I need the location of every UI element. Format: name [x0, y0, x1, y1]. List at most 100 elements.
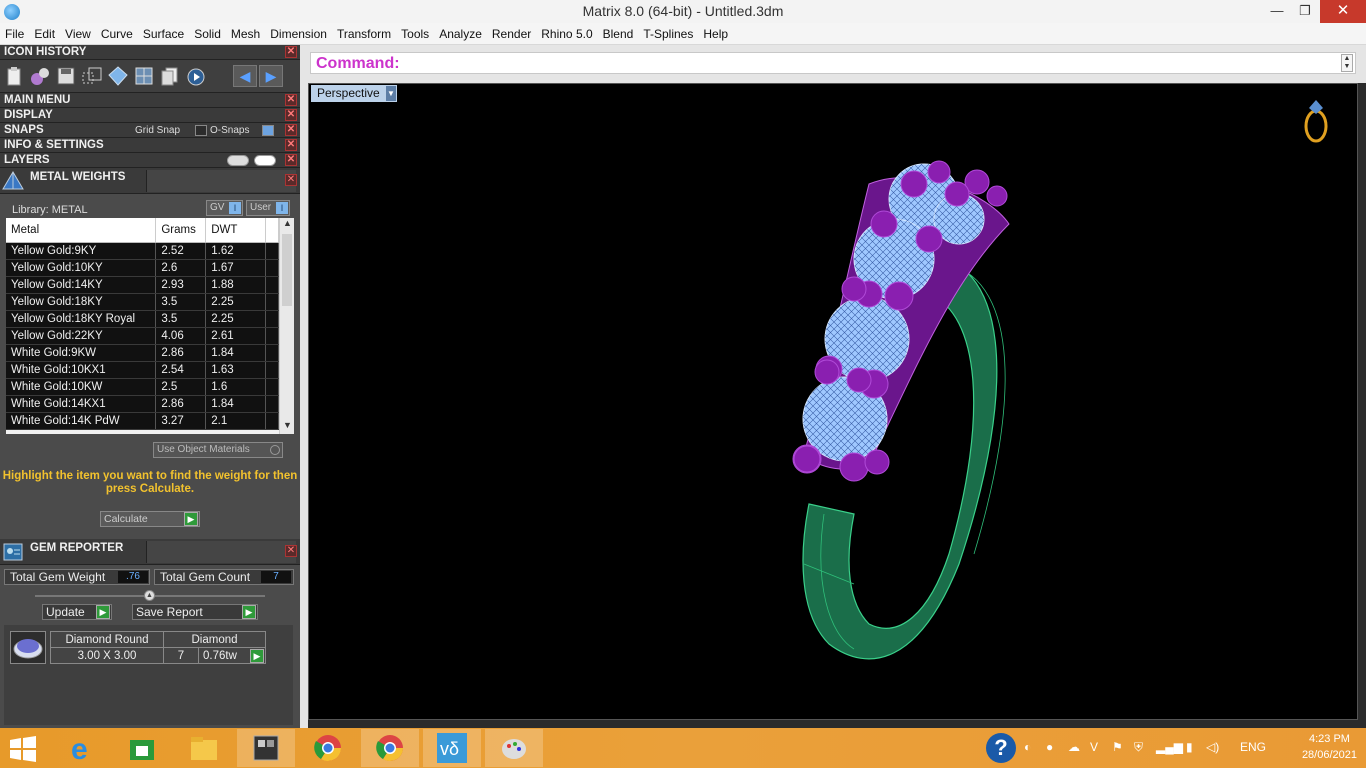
snaps-header[interactable]: SNAPS Grid Snap O-Snaps ✕: [0, 123, 300, 138]
grid-snap-toggle[interactable]: [195, 124, 207, 136]
command-spinner[interactable]: ▲ ▼: [1341, 54, 1353, 72]
menu-help[interactable]: Help: [698, 23, 733, 45]
table-row[interactable]: White Gold:14KX1 2.86 1.84: [6, 395, 279, 413]
table-row[interactable]: White Gold:10KW 2.5 1.6: [6, 378, 279, 396]
material-spheres-icon[interactable]: [29, 65, 51, 87]
vs-tray-icon[interactable]: ◐: [1024, 740, 1031, 754]
close-icon[interactable]: ✕: [285, 46, 297, 58]
language-indicator[interactable]: ENG: [1240, 740, 1266, 754]
back-arrow-button[interactable]: ◀: [233, 65, 257, 87]
scroll-thumb[interactable]: [282, 234, 292, 306]
layer-lock-toggle[interactable]: [227, 154, 249, 166]
viewport-tab[interactable]: Perspective: [311, 85, 397, 102]
command-input[interactable]: Command: ▲ ▼: [310, 52, 1356, 74]
close-icon[interactable]: ✕: [285, 174, 297, 186]
chrome-icon[interactable]: [361, 729, 419, 767]
menu-transform[interactable]: Transform: [332, 23, 396, 45]
ring-builder-icon[interactable]: [185, 65, 207, 87]
forward-arrow-button[interactable]: ▶: [259, 65, 283, 87]
menu-blend[interactable]: Blend: [598, 23, 639, 45]
close-icon[interactable]: ✕: [285, 139, 297, 151]
table-row[interactable]: White Gold:14K PdW 3.27 2.1: [6, 412, 279, 430]
save-icon[interactable]: [55, 65, 77, 87]
table-row[interactable]: White Gold:10KX1 2.54 1.63: [6, 361, 279, 379]
copy-icon[interactable]: [159, 65, 181, 87]
table-row[interactable]: Yellow Gold:22KY 4.06 2.61: [6, 327, 279, 345]
clock[interactable]: 4:23 PM 28/06/2021: [1302, 731, 1357, 763]
menu-analyze[interactable]: Analyze: [434, 23, 487, 45]
chevron-down-icon[interactable]: ▼: [386, 86, 396, 101]
table-row[interactable]: White Gold:9KW 2.86 1.84: [6, 344, 279, 362]
close-icon[interactable]: ✕: [285, 109, 297, 121]
ring-model[interactable]: [309, 84, 1358, 720]
update-button[interactable]: Update ▶: [42, 604, 112, 620]
diamond-thumbnail[interactable]: [10, 631, 46, 664]
info-settings-header[interactable]: INFO & SETTINGS ✕: [0, 138, 300, 153]
eye-icon[interactable]: [254, 154, 276, 166]
internet-explorer-icon[interactable]: e: [53, 729, 111, 767]
close-icon[interactable]: ✕: [285, 154, 297, 166]
close-icon[interactable]: ✕: [285, 545, 297, 557]
menu-view[interactable]: View: [60, 23, 96, 45]
table-row[interactable]: Yellow Gold:10KY 2.6 1.67: [6, 259, 279, 277]
grid-icon[interactable]: [133, 65, 155, 87]
menu-file[interactable]: File: [0, 23, 29, 45]
close-icon[interactable]: ✕: [285, 94, 297, 106]
file-explorer-icon[interactable]: [175, 729, 233, 767]
gv-toggle[interactable]: GV I: [206, 200, 243, 216]
close-icon[interactable]: ✕: [285, 124, 297, 136]
menu-curve[interactable]: Curve: [96, 23, 138, 45]
battery-icon[interactable]: ▮: [1186, 740, 1193, 754]
display-header[interactable]: DISPLAY ✕: [0, 108, 300, 123]
flag-icon[interactable]: ⚑: [1112, 740, 1123, 754]
menu-tools[interactable]: Tools: [396, 23, 434, 45]
save-report-button[interactable]: Save Report ▶: [132, 604, 258, 620]
store-icon[interactable]: [113, 729, 171, 767]
table-row[interactable]: Yellow Gold:9KY 2.52 1.62: [6, 242, 279, 260]
beats-icon[interactable]: ●: [1046, 740, 1053, 754]
table-row[interactable]: Yellow Gold:18KY Royal 3.5 2.25: [6, 310, 279, 328]
vivaldi-icon[interactable]: V: [1090, 740, 1098, 754]
scale-icon[interactable]: [81, 65, 103, 87]
perspective-viewport[interactable]: Perspective ▼: [308, 83, 1358, 720]
scroll-up-icon[interactable]: ▲: [280, 218, 294, 232]
table-row[interactable]: Yellow Gold:14KY 2.93 1.88: [6, 276, 279, 294]
menu-render[interactable]: Render: [487, 23, 536, 45]
menu-tsplines[interactable]: T-Splines: [638, 23, 698, 45]
icon-history-header[interactable]: ICON HISTORY ✕: [0, 45, 300, 60]
scroll-down-icon[interactable]: ▼: [280, 420, 294, 434]
chrome-icon[interactable]: [299, 729, 357, 767]
table-row[interactable]: 3.00 X 3.00 7 0.76tw ▶: [50, 647, 266, 664]
shield-icon[interactable]: ⛨: [1134, 740, 1143, 755]
menu-edit[interactable]: Edit: [29, 23, 60, 45]
windows-start-icon[interactable]: [8, 736, 38, 762]
use-object-materials-toggle[interactable]: Use Object Materials: [153, 442, 283, 458]
paint-icon[interactable]: [485, 729, 543, 767]
column-header-metal[interactable]: Metal: [6, 218, 157, 243]
menu-solid[interactable]: Solid: [189, 23, 226, 45]
user-toggle[interactable]: User I: [246, 200, 290, 216]
help-icon[interactable]: ?: [986, 733, 1016, 763]
o-snaps-toggle[interactable]: [262, 124, 274, 136]
matrix-taskbar-icon[interactable]: [237, 729, 295, 767]
table-scrollbar[interactable]: ▲ ▼: [279, 218, 294, 434]
vs-app-icon[interactable]: vδ: [423, 729, 481, 767]
menu-surface[interactable]: Surface: [138, 23, 189, 45]
table-row[interactable]: Diamond Round Diamond: [50, 631, 266, 648]
menu-dimension[interactable]: Dimension: [265, 23, 332, 45]
main-menu-header[interactable]: MAIN MENU ✕: [0, 93, 300, 108]
menu-rhino[interactable]: Rhino 5.0: [536, 23, 597, 45]
calculate-button[interactable]: Calculate ▶: [100, 511, 200, 527]
cloud-icon[interactable]: ☁: [1068, 740, 1080, 754]
table-row[interactable]: Yellow Gold:18KY 3.5 2.25: [6, 293, 279, 311]
clipboard-icon[interactable]: [3, 65, 25, 87]
column-header-grams[interactable]: Grams: [155, 218, 207, 243]
minimize-button[interactable]: —: [1262, 0, 1292, 23]
splitter-handle[interactable]: ▲: [144, 590, 155, 601]
volume-icon[interactable]: ◁): [1206, 740, 1219, 754]
column-header-dwt[interactable]: DWT: [205, 218, 267, 243]
restore-button[interactable]: ❐: [1290, 0, 1320, 23]
gem-icon[interactable]: [107, 65, 129, 87]
layers-header[interactable]: LAYERS ✕: [0, 153, 300, 168]
close-button[interactable]: ✕: [1320, 0, 1366, 23]
